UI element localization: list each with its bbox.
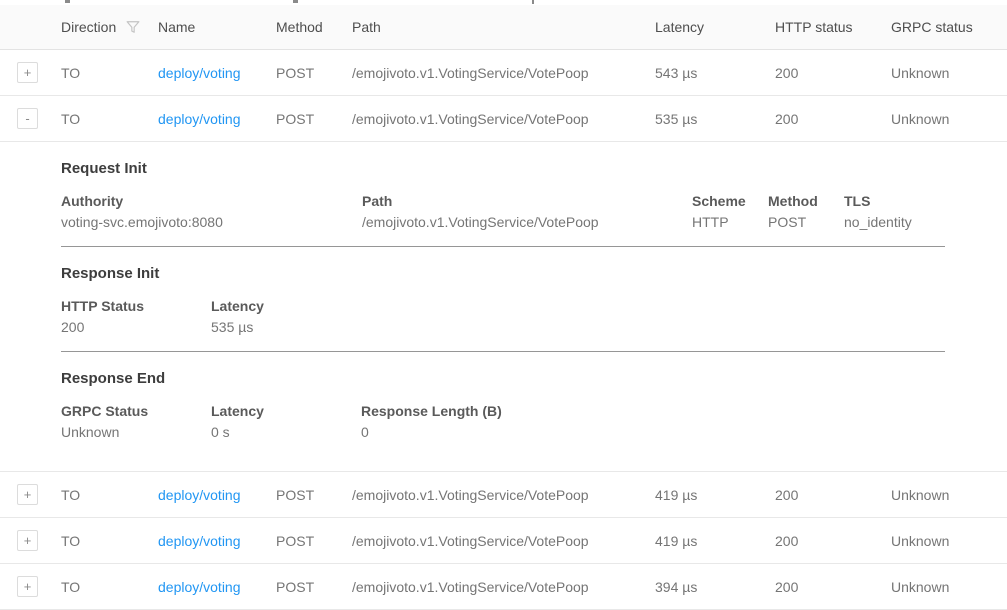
field-value: 0 s xyxy=(211,422,361,443)
expand-row-button[interactable]: + xyxy=(17,576,38,597)
section-title: Response End xyxy=(61,370,945,387)
grpc-status-cell: Unknown xyxy=(891,111,1007,127)
response-init-section: Response Init HTTP Status 200 Latency 53… xyxy=(61,247,945,352)
table-row: + TO deploy/voting POST /emojivoto.v1.Vo… xyxy=(0,518,1007,564)
latency-cell: 394 µs xyxy=(655,579,775,595)
field-label: HTTP Status xyxy=(61,296,211,317)
clipped-text-fragment xyxy=(65,0,70,3)
latency-cell: 419 µs xyxy=(655,487,775,503)
field-label: Latency xyxy=(211,296,945,317)
request-init-section: Request Init Authority voting-svc.emojiv… xyxy=(61,142,945,247)
column-header-name: Name xyxy=(158,19,276,35)
http-status-cell: 200 xyxy=(775,111,891,127)
column-header-direction: Direction xyxy=(61,19,158,35)
clipped-text-fragment xyxy=(293,0,298,3)
expand-row-button[interactable]: + xyxy=(17,62,38,83)
path-cell: /emojivoto.v1.VotingService/VotePoop xyxy=(352,65,655,81)
field-label: Response Length (B) xyxy=(361,401,945,422)
field-http-status: HTTP Status 200 xyxy=(61,296,211,338)
deployment-link[interactable]: deploy/voting xyxy=(158,111,241,127)
grpc-status-cell: Unknown xyxy=(891,487,1007,503)
response-end-section: Response End GRPC Status Unknown Latency… xyxy=(61,352,945,471)
direction-cell: TO xyxy=(61,487,158,503)
method-cell: POST xyxy=(276,533,352,549)
column-header-method: Method xyxy=(276,19,352,35)
field-label: Scheme xyxy=(692,191,768,212)
field-label: TLS xyxy=(844,191,945,212)
http-status-cell: 200 xyxy=(775,579,891,595)
path-cell: /emojivoto.v1.VotingService/VotePoop xyxy=(352,487,655,503)
expanded-row-detail: Request Init Authority voting-svc.emojiv… xyxy=(0,142,1007,472)
field-label: Path xyxy=(362,191,692,212)
field-label: GRPC Status xyxy=(61,401,211,422)
field-value: 0 xyxy=(361,422,945,443)
method-cell: POST xyxy=(276,65,352,81)
direction-cell: TO xyxy=(61,65,158,81)
field-response-length: Response Length (B) 0 xyxy=(361,401,945,443)
table-header-row: Direction Name Method Path Latency HTTP … xyxy=(0,5,1007,50)
table-row: + TO deploy/voting POST /emojivoto.v1.Vo… xyxy=(0,564,1007,610)
tap-results-table: Direction Name Method Path Latency HTTP … xyxy=(0,5,1007,610)
column-header-http-status: HTTP status xyxy=(775,19,891,35)
field-label: Authority xyxy=(61,191,362,212)
field-authority: Authority voting-svc.emojivoto:8080 xyxy=(61,191,362,233)
field-scheme: Scheme HTTP xyxy=(692,191,768,233)
field-grpc-status: GRPC Status Unknown xyxy=(61,401,211,443)
clipped-text-line xyxy=(0,0,1007,5)
column-header-latency: Latency xyxy=(655,19,775,35)
latency-cell: 543 µs xyxy=(655,65,775,81)
field-latency: Latency 0 s xyxy=(211,401,361,443)
section-title: Response Init xyxy=(61,265,945,282)
column-header-grpc-status: GRPC status xyxy=(891,19,1007,35)
field-value: HTTP xyxy=(692,212,768,233)
section-title: Request Init xyxy=(61,160,945,177)
method-cell: POST xyxy=(276,579,352,595)
direction-cell: TO xyxy=(61,111,158,127)
field-value: Unknown xyxy=(61,422,211,443)
direction-cell: TO xyxy=(61,533,158,549)
clipped-text-fragment xyxy=(532,0,534,4)
field-tls: TLS no_identity xyxy=(844,191,945,233)
grpc-status-cell: Unknown xyxy=(891,533,1007,549)
method-cell: POST xyxy=(276,487,352,503)
deployment-link[interactable]: deploy/voting xyxy=(158,533,241,549)
collapse-row-button[interactable]: - xyxy=(17,108,38,129)
field-value: no_identity xyxy=(844,212,945,233)
http-status-cell: 200 xyxy=(775,533,891,549)
field-label: Method xyxy=(768,191,844,212)
grpc-status-cell: Unknown xyxy=(891,65,1007,81)
field-value: POST xyxy=(768,212,844,233)
expand-row-button[interactable]: + xyxy=(17,484,38,505)
column-header-path: Path xyxy=(352,19,655,35)
http-status-cell: 200 xyxy=(775,65,891,81)
expand-row-button[interactable]: + xyxy=(17,530,38,551)
direction-cell: TO xyxy=(61,579,158,595)
filter-funnel-icon[interactable] xyxy=(126,20,140,34)
grpc-status-cell: Unknown xyxy=(891,579,1007,595)
table-row: + TO deploy/voting POST /emojivoto.v1.Vo… xyxy=(0,472,1007,518)
latency-cell: 419 µs xyxy=(655,533,775,549)
path-cell: /emojivoto.v1.VotingService/VotePoop xyxy=(352,533,655,549)
latency-cell: 535 µs xyxy=(655,111,775,127)
field-method: Method POST xyxy=(768,191,844,233)
method-cell: POST xyxy=(276,111,352,127)
http-status-cell: 200 xyxy=(775,487,891,503)
deployment-link[interactable]: deploy/voting xyxy=(158,579,241,595)
deployment-link[interactable]: deploy/voting xyxy=(158,487,241,503)
deployment-link[interactable]: deploy/voting xyxy=(158,65,241,81)
field-value: /emojivoto.v1.VotingService/VotePoop xyxy=(362,212,692,233)
column-header-direction-label: Direction xyxy=(61,19,116,35)
field-label: Latency xyxy=(211,401,361,422)
field-path: Path /emojivoto.v1.VotingService/VotePoo… xyxy=(362,191,692,233)
field-latency: Latency 535 µs xyxy=(211,296,945,338)
field-value: voting-svc.emojivoto:8080 xyxy=(61,212,362,233)
table-row-expanded: - TO deploy/voting POST /emojivoto.v1.Vo… xyxy=(0,96,1007,142)
table-row: + TO deploy/voting POST /emojivoto.v1.Vo… xyxy=(0,50,1007,96)
path-cell: /emojivoto.v1.VotingService/VotePoop xyxy=(352,579,655,595)
path-cell: /emojivoto.v1.VotingService/VotePoop xyxy=(352,111,655,127)
field-value: 535 µs xyxy=(211,317,945,338)
field-value: 200 xyxy=(61,317,211,338)
